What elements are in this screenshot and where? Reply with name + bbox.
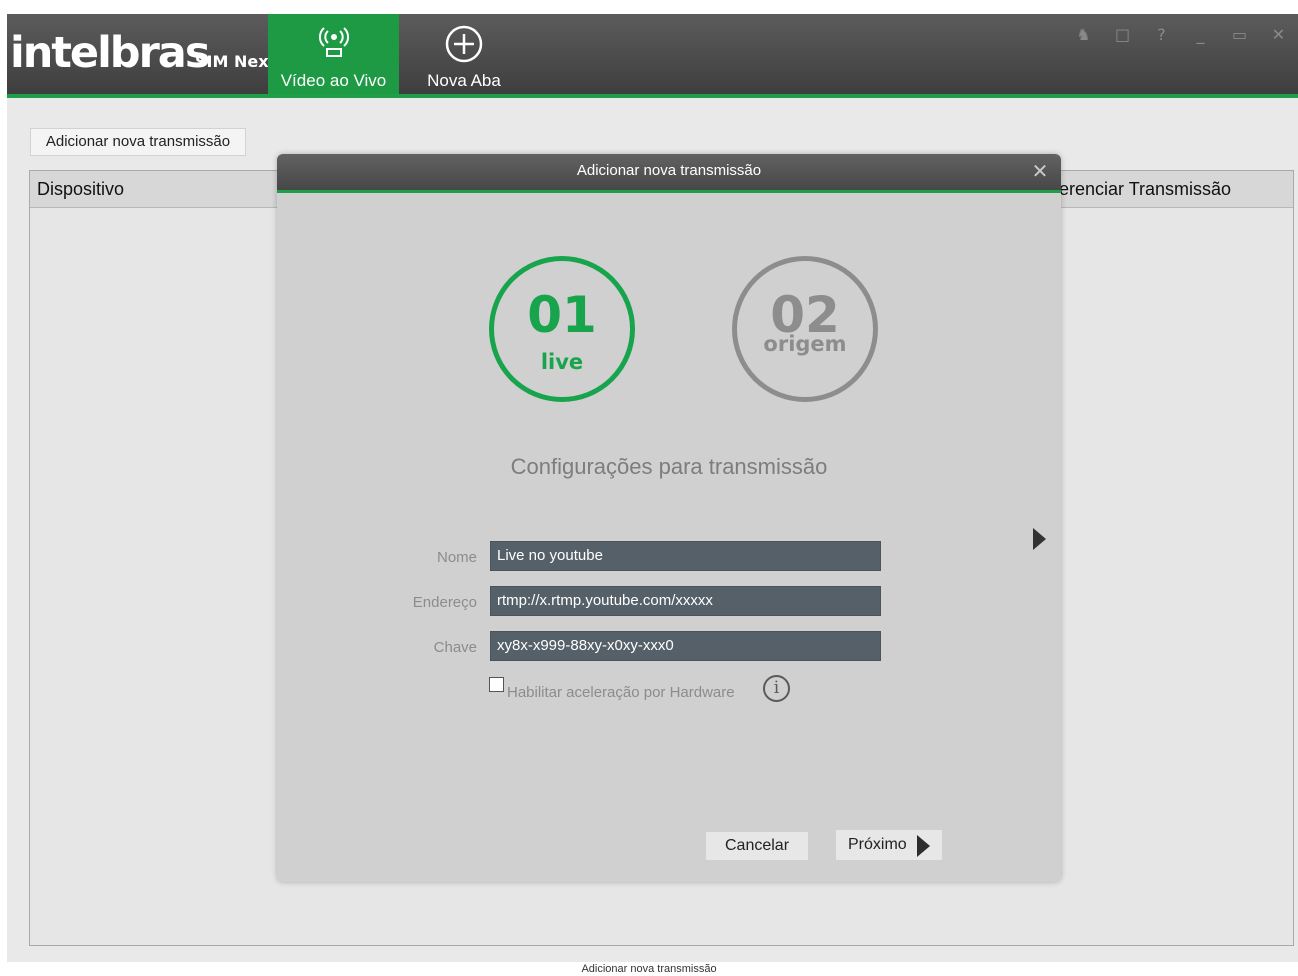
help-icon[interactable]: ? [1142,24,1181,46]
step-label: live [540,350,584,374]
brand-logo: intelbras [10,28,210,78]
step-label: origem [763,332,847,356]
step-indicator-origem: 02 origem [732,256,878,402]
config-title: Configurações para transmissão [510,454,828,479]
figure-caption: Adicionar nova transmissão [581,963,717,975]
close-icon[interactable]: ✕ [1259,24,1298,46]
next-button[interactable]: Próximo [835,829,943,861]
info-icon[interactable]: i [763,675,790,702]
chave-label: Chave [433,639,477,656]
add-transmission-dialog: Adicionar nova transmissão ✕ 01 live 02 … [277,154,1061,882]
close-icon[interactable]: ✕ [1029,160,1051,182]
next-button-label: Próximo [848,836,907,853]
cancel-button[interactable]: Cancelar [705,831,809,861]
step-indicator-live: 01 live [489,256,635,402]
plus-circle-icon [444,24,484,68]
hw-accel-label: Habilitar aceleração por Hardware [507,684,735,701]
column-header-manage[interactable]: erenciar Transmissão [1059,171,1231,208]
endereco-input[interactable]: rtmp://x.rtmp.youtube.com/xxxxx [490,586,881,616]
brand-subtitle: SIM Next [195,52,277,71]
tab-label: Vídeo ao Vivo [280,71,387,90]
tab-video-ao-vivo[interactable]: Vídeo ao Vivo [268,14,399,94]
dialog-accent-line [277,190,1061,193]
live-broadcast-icon [314,24,354,64]
step-number: 01 [527,286,597,344]
lock-icon[interactable]: □ [1103,24,1142,46]
title-bar: intelbras SIM Next Vídeo ao Vivo Nova Ab… [7,14,1298,94]
nome-input[interactable]: Live no youtube [490,541,881,571]
tab-nova-aba[interactable]: Nova Aba [399,14,529,94]
app-window: intelbras SIM Next Vídeo ao Vivo Nova Ab… [7,14,1298,962]
endereco-label: Endereço [412,594,477,611]
dialog-title: Adicionar nova transmissão [576,162,762,179]
user-icon[interactable]: ♞ [1064,24,1103,46]
maximize-icon[interactable]: ▭ [1220,24,1259,46]
window-controls: ♞ □ ? _ ▭ ✕ [1064,24,1298,46]
next-step-arrow-icon[interactable] [1033,528,1046,550]
hw-accel-checkbox[interactable] [489,677,504,692]
tab-label: Nova Aba [427,71,501,90]
minimize-icon[interactable]: _ [1181,24,1220,46]
nome-label: Nome [436,549,477,566]
add-transmission-button[interactable]: Adicionar nova transmissão [30,128,246,156]
dialog-header: Adicionar nova transmissão ✕ [277,154,1061,190]
chave-input[interactable]: xy8x-x999-88xy-x0xy-xxx0 [490,631,881,661]
title-accent-line [7,94,1298,98]
column-header-device[interactable]: Dispositivo [37,171,124,208]
play-arrow-icon [917,835,930,857]
